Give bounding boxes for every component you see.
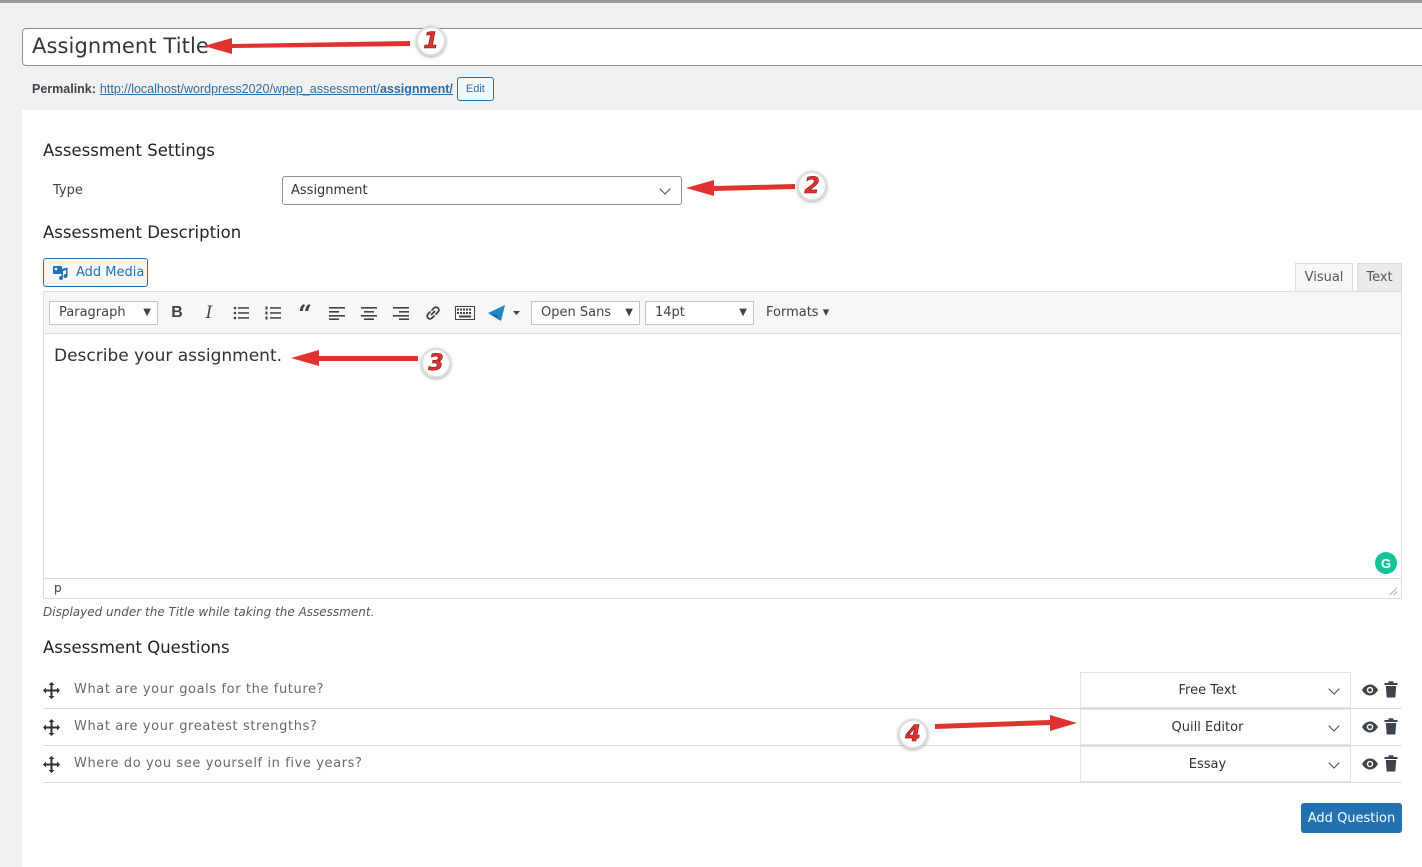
arrow-shape (935, 715, 1077, 731)
annotation-marker-3: 3 (421, 348, 451, 378)
annotation-marker-1: 1 (416, 26, 446, 56)
annotation-marker-2: 2 (797, 171, 827, 201)
arrow-shape (291, 350, 418, 366)
arrow-shape (686, 180, 795, 196)
annotation-marker-4: 4 (898, 719, 928, 749)
arrow-shape (204, 38, 410, 54)
annotation-arrows (204, 38, 1077, 731)
